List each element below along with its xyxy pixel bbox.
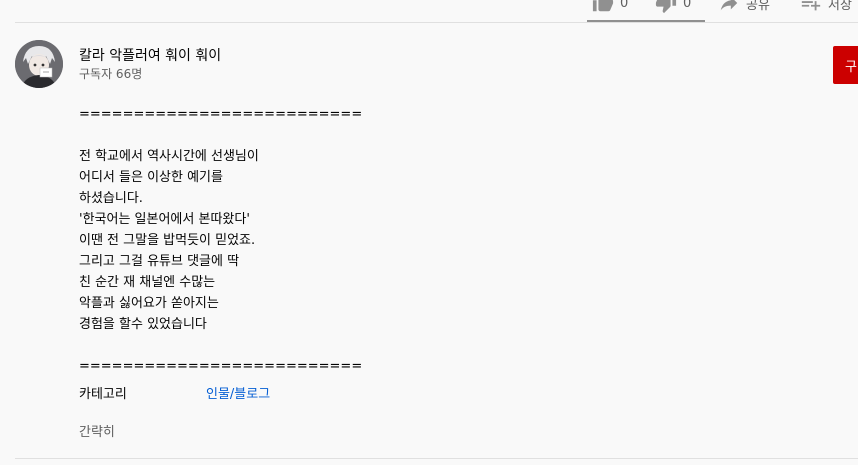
category-row: 카테고리 인물/블로그	[79, 384, 379, 405]
video-actions-bar: 0 0 공유 저장	[0, 0, 858, 24]
share-label: 공유	[746, 0, 770, 13]
share-button[interactable]: 공유	[718, 0, 770, 14]
avatar-image	[15, 40, 63, 88]
description-line: 어디서 들은 이상한 예기를	[79, 170, 223, 185]
description-line: '한국어는 일본어에서 본따왔다'	[79, 212, 250, 227]
share-icon	[720, 0, 738, 11]
description-line: 악플과 싫어요가 쏟아지는	[79, 296, 219, 311]
description-line: 친 순간 재 채널엔 수많는	[79, 275, 216, 290]
category-label: 카테고리	[79, 387, 127, 402]
subscribe-label: 구	[845, 59, 857, 75]
video-description: ========================== 전 학교에서 역사시간에 …	[79, 104, 679, 377]
dislike-button[interactable]: 0	[655, 0, 691, 14]
bottom-divider	[15, 458, 858, 459]
description-line: 전 학교에서 역사시간에 선생님이	[79, 149, 259, 164]
top-divider	[15, 22, 858, 23]
description-line: ==========================	[79, 359, 363, 374]
channel-name[interactable]: 칼라 악플러여 훠이 훠이	[79, 45, 221, 65]
like-count: 0	[620, 0, 629, 11]
description-line	[79, 125, 679, 146]
save-label: 저장	[828, 0, 852, 13]
thumbs-down-icon	[655, 0, 677, 14]
description-line: ==========================	[79, 107, 363, 122]
description-line: 하셨습니다.	[79, 191, 143, 206]
like-button[interactable]: 0	[592, 0, 628, 14]
description-line: 이땐 전 그말을 밥먹듯이 믿었죠.	[79, 233, 256, 248]
category-link[interactable]: 인물/블로그	[206, 384, 270, 405]
subscriber-count: 구독자 66명	[79, 67, 143, 81]
subscribe-button[interactable]: 구	[833, 46, 858, 84]
channel-avatar[interactable]	[15, 40, 63, 88]
show-less-button[interactable]: 간략히	[79, 421, 115, 440]
save-button[interactable]: 저장	[800, 0, 852, 14]
dislike-count: 0	[683, 0, 692, 11]
description-line	[79, 335, 679, 356]
description-line: 그리고 그걸 유튜브 댓글에 딱	[79, 254, 240, 269]
playlist-add-icon	[801, 1, 821, 11]
description-line: 경험을 할수 있었습니다	[79, 317, 207, 332]
thumbs-up-icon	[592, 0, 614, 12]
